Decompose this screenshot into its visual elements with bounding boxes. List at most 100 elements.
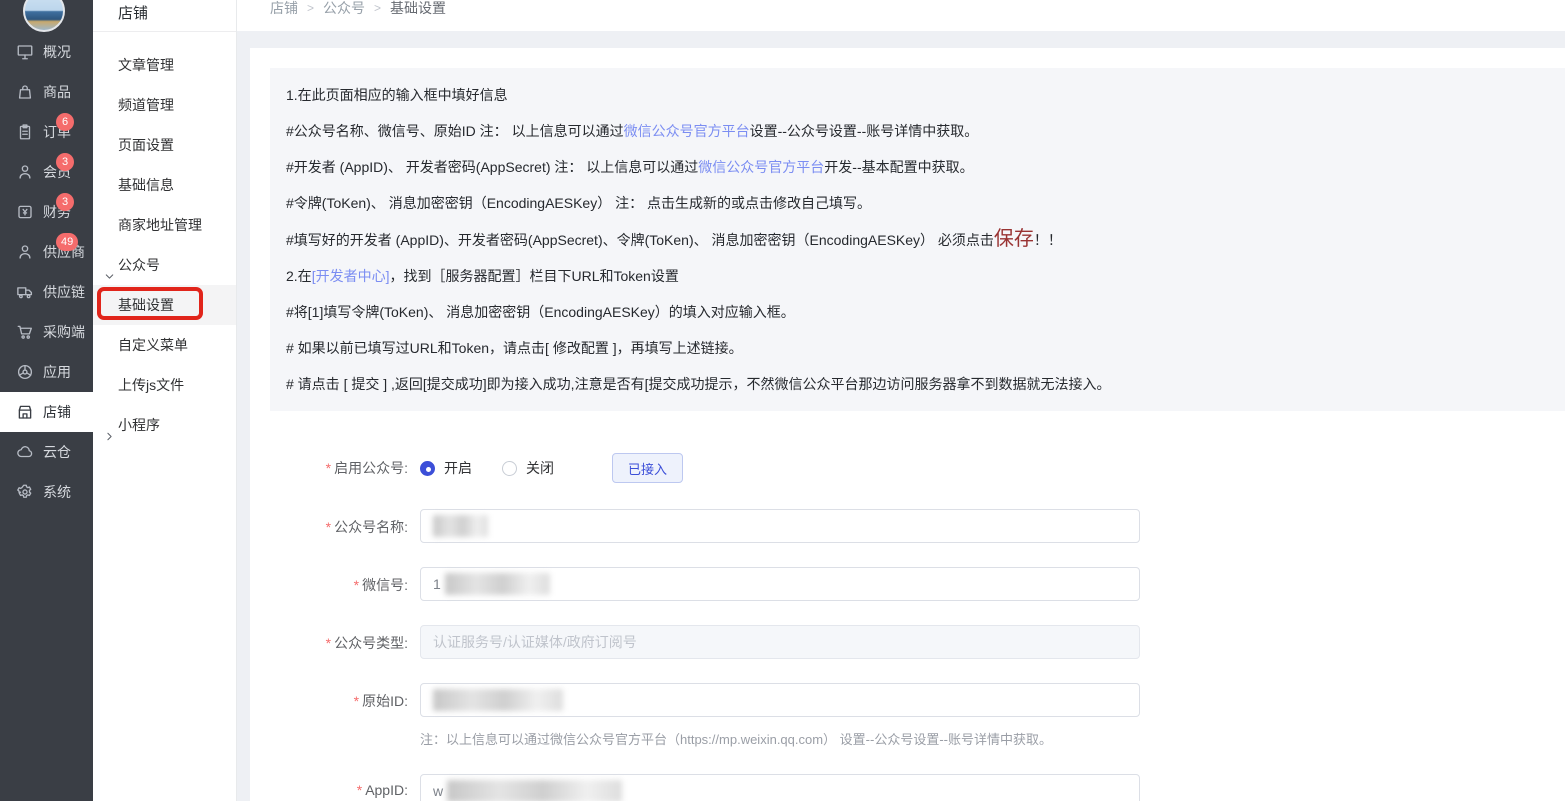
instruction-text: 2.在 [286, 268, 312, 284]
submenu-item-label: 文章管理 [118, 57, 174, 73]
submenu-item-channel-management[interactable]: 频道管理 [93, 85, 236, 125]
radio-dot-icon [420, 461, 435, 476]
instruction-text: #公众号名称、微信号、原始ID 注： 以上信息可以通过 [286, 123, 624, 139]
instruction-link[interactable]: 微信公众号官方平台 [698, 159, 824, 175]
orders-icon [16, 123, 34, 141]
supply-chain-icon [16, 283, 34, 301]
instruction-text: #将[1]填写令牌(ToKen)、 消息加密密钥（EncodingAESKey）… [286, 304, 795, 320]
submenu-item-basic-settings[interactable]: 基础设置 [93, 285, 236, 325]
submenu-title: 店铺 [93, 0, 236, 32]
submenu-item-label: 基础信息 [118, 177, 174, 193]
submenu-list: 文章管理频道管理页面设置基础信息商家地址管理公众号基础设置自定义菜单上传js文件… [93, 32, 236, 445]
form-row-original-id: *原始ID:注：以上信息可以通过微信公众号官方平台（https://mp.wei… [250, 683, 1565, 774]
sidebar-item-label: 应用 [43, 362, 71, 382]
submenu-item-article-management[interactable]: 文章管理 [93, 45, 236, 85]
notification-badge: 3 [56, 153, 74, 171]
submenu-item-upload-js[interactable]: 上传js文件 [93, 365, 236, 405]
instruction-line: #将[1]填写令牌(ToKen)、 消息加密密钥（EncodingAESKey）… [286, 294, 1541, 330]
instruction-link[interactable]: [开发者中心] [312, 268, 390, 284]
instruction-text: ！！ [1034, 232, 1062, 248]
submenu-item-basic-info[interactable]: 基础信息 [93, 165, 236, 205]
submenu-item-label: 小程序 [118, 417, 160, 433]
submenu-item-page-settings[interactable]: 页面设置 [93, 125, 236, 165]
notification-badge: 3 [56, 193, 74, 211]
instruction-line: #开发者 (AppID)、 开发者密码(AppSecret) 注： 以上信息可以… [286, 149, 1541, 185]
instruction-line: # 请点击 [ 提交 ] ,返回[提交成功]即为接入成功,注意是否有[提交成功提… [286, 366, 1541, 402]
required-asterisk: * [357, 782, 362, 798]
sidebar-item-cloud-warehouse[interactable]: 云仓 [0, 432, 93, 472]
required-asterisk: * [354, 693, 359, 709]
appid-redacted-value [447, 780, 622, 801]
submenu-item-mini-program[interactable]: 小程序 [93, 405, 236, 445]
wechat-id-redacted-value [445, 573, 550, 595]
radio-off[interactable]: 关闭 [502, 458, 554, 478]
wechat-id-label: *微信号: [250, 567, 408, 595]
submenu-item-label: 上传js文件 [118, 377, 184, 393]
appid-label: *AppID: [250, 774, 408, 798]
avatar[interactable] [23, 0, 65, 32]
submenu-item-merchant-address[interactable]: 商家地址管理 [93, 205, 236, 245]
sidebar-item-procurement[interactable]: 采购端 [0, 312, 93, 352]
form-row-wechat-id: *微信号: 1 [250, 567, 1565, 601]
submenu-item-label: 商家地址管理 [118, 217, 202, 233]
instruction-line: 1.在此页面相应的输入框中填好信息 [286, 77, 1541, 113]
main-sidebar: 概况商品订单6会员3财务3供应商49供应链采购端应用店铺云仓系统 [0, 0, 93, 801]
connected-status-button[interactable]: 已接入 [612, 453, 683, 483]
required-asterisk: * [326, 460, 331, 476]
enable-radio-group: 开启 关闭 [420, 458, 584, 478]
instruction-link[interactable]: 微信公众号官方平台 [624, 123, 750, 139]
shop-icon [16, 403, 34, 421]
official-account-type-control: 认证服务号/认证媒体/政府订阅号 [420, 625, 1140, 659]
shop-submenu: 店铺 文章管理频道管理页面设置基础信息商家地址管理公众号基础设置自定义菜单上传j… [93, 0, 237, 801]
original-id-note: 注：以上信息可以通过微信公众号官方平台（https://mp.weixin.qq… [420, 729, 1140, 748]
sidebar-item-overview[interactable]: 概况 [0, 32, 93, 72]
instruction-text: 设置--公众号设置--账号详情中获取。 [750, 123, 979, 139]
form-row-appid: *AppID: w [250, 774, 1565, 801]
goods-icon [16, 83, 34, 101]
original-id-redacted-value [433, 689, 563, 711]
instruction-line: #填写好的开发者 (AppID)、开发者密码(AppSecret)、令牌(ToK… [286, 221, 1541, 258]
breadcrumb-item: 基础设置 [390, 0, 446, 16]
submenu-item-official-account[interactable]: 公众号 [93, 245, 236, 285]
enable-official-account-control: 开启 关闭 已接入 [420, 453, 683, 483]
wechat-id-value-prefix: 1 [433, 576, 441, 592]
sidebar-item-apps[interactable]: 应用 [0, 352, 93, 392]
official-account-name-input[interactable] [420, 509, 1140, 543]
required-asterisk: * [326, 635, 331, 651]
sidebar-item-finance[interactable]: 财务3 [0, 192, 93, 232]
instruction-text: ，找到［服务器配置］栏目下URL和Token设置 [389, 268, 678, 284]
enable-official-account-row: *启用公众号: 开启关闭 已接入 [250, 453, 1565, 483]
appid-value-prefix: w [433, 783, 443, 799]
wechat-id-input[interactable]: 1 [420, 567, 1140, 601]
procurement-icon [16, 323, 34, 341]
breadcrumb-separator-icon: > [307, 0, 314, 16]
official-account-name-control [420, 509, 1140, 543]
breadcrumb-item[interactable]: 店铺 [270, 0, 298, 16]
sidebar-item-orders[interactable]: 订单6 [0, 112, 93, 152]
instruction-emphasis: 保存 [994, 228, 1034, 250]
submenu-item-label: 公众号 [118, 257, 160, 273]
members-icon [16, 163, 34, 181]
sidebar-item-supply-chain[interactable]: 供应链 [0, 272, 93, 312]
form-row-official-account-name: *公众号名称: [250, 509, 1565, 543]
sidebar-item-suppliers[interactable]: 供应商49 [0, 232, 93, 272]
submenu-item-label: 频道管理 [118, 97, 174, 113]
radio-label: 开启 [444, 458, 472, 478]
sidebar-item-shop[interactable]: 店铺 [0, 392, 93, 432]
sidebar-item-system[interactable]: 系统 [0, 472, 93, 512]
breadcrumb-item[interactable]: 公众号 [323, 0, 365, 16]
instruction-text: # 请点击 [ 提交 ] ,返回[提交成功]即为接入成功,注意是否有[提交成功提… [286, 376, 1110, 392]
instruction-text: #填写好的开发者 (AppID)、开发者密码(AppSecret)、令牌(ToK… [286, 232, 994, 248]
appid-input[interactable]: w [420, 774, 1140, 801]
sidebar-item-members[interactable]: 会员3 [0, 152, 93, 192]
original-id-input[interactable] [420, 683, 1140, 717]
sidebar-item-goods[interactable]: 商品 [0, 72, 93, 112]
official-account-type-label: *公众号类型: [250, 625, 408, 653]
radio-on[interactable]: 开启 [420, 458, 472, 478]
sidebar-item-label: 采购端 [43, 322, 85, 342]
supplier-icon [16, 243, 34, 261]
sidebar-item-label: 店铺 [43, 402, 71, 422]
instruction-line: #公众号名称、微信号、原始ID 注： 以上信息可以通过微信公众号官方平台设置--… [286, 113, 1541, 149]
submenu-item-custom-menu[interactable]: 自定义菜单 [93, 325, 236, 365]
dashboard-icon [16, 43, 34, 61]
